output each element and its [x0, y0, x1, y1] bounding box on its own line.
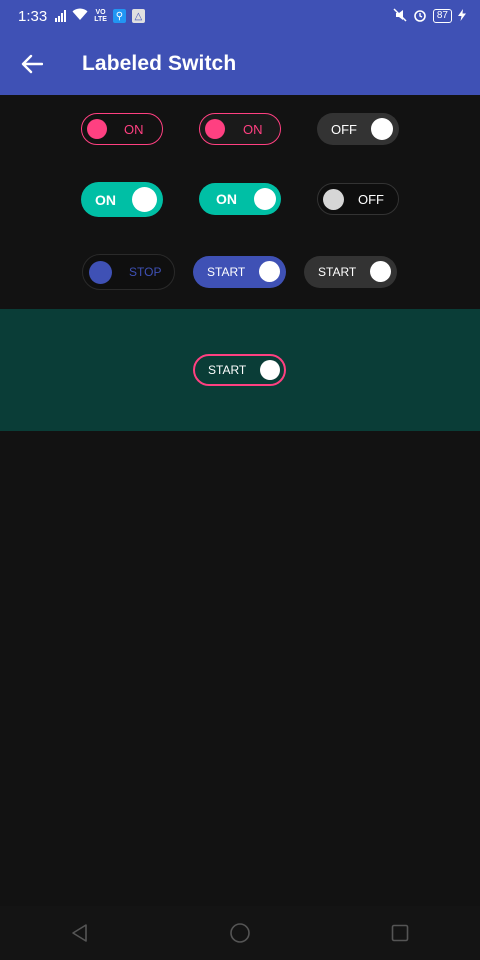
switch-label: ON	[95, 191, 116, 208]
switch-label: STOP	[129, 265, 162, 279]
switch-knob	[323, 189, 344, 210]
switch-knob	[87, 119, 107, 139]
switch-label: START	[318, 265, 357, 279]
switch-knob	[205, 119, 225, 139]
switch-label: OFF	[358, 191, 384, 207]
switch-row1-gray-off[interactable]: OFF	[317, 113, 399, 145]
switch-label: ON	[243, 121, 263, 137]
switch-row3-indigo-start-on[interactable]: START	[193, 256, 286, 288]
app-bar: Labeled Switch	[0, 32, 480, 95]
system-nav-bar	[0, 906, 480, 960]
switch-knob	[259, 261, 280, 282]
switch-knob	[370, 261, 391, 282]
battery-icon: 87	[432, 9, 452, 23]
back-button[interactable]	[12, 44, 52, 84]
switch-knob	[132, 187, 157, 212]
nav-home-button[interactable]	[210, 906, 270, 960]
switch-knob	[371, 118, 393, 140]
switch-label: START	[207, 265, 246, 279]
switch-knob	[260, 360, 280, 380]
teal-section: START	[0, 309, 480, 431]
switch-label: OFF	[331, 121, 357, 137]
switch-knob	[89, 261, 112, 284]
arrow-left-icon	[21, 54, 43, 73]
alarm-icon	[413, 8, 427, 25]
recents-square-icon	[391, 924, 409, 942]
switch-teal-section-start-on[interactable]: START	[193, 354, 286, 386]
charging-icon	[458, 8, 466, 24]
switch-label: START	[208, 363, 247, 377]
status-time: 1:33	[18, 7, 48, 25]
switch-row3-stop-off[interactable]: STOP	[82, 254, 175, 290]
nav-recents-button[interactable]	[370, 906, 430, 960]
mute-icon	[393, 7, 407, 25]
drive-icon: △	[131, 9, 145, 23]
signal-icon	[55, 10, 67, 22]
usb-icon: ⚲	[112, 9, 126, 23]
switch-row2-teal-on[interactable]: ON	[81, 182, 163, 217]
switch-row2-outline-off[interactable]: OFF	[317, 183, 399, 215]
home-circle-icon	[230, 923, 250, 943]
switch-knob	[254, 188, 276, 210]
switch-row3-gray-start-on[interactable]: START	[304, 256, 397, 288]
nav-back-button[interactable]	[50, 906, 110, 960]
switch-grid: ON ON OFF ON ON OFF STOP START START	[0, 95, 480, 309]
switch-label: ON	[124, 121, 144, 137]
switch-row1-outlined-pink-on[interactable]: ON	[81, 113, 163, 145]
page-title: Labeled Switch	[82, 51, 237, 75]
switch-label: ON	[216, 191, 237, 207]
switch-row1-dark-pink-on[interactable]: ON	[199, 113, 281, 145]
wifi-icon	[72, 8, 88, 24]
status-bar: 1:33 VO LTE ⚲ △ 87	[0, 0, 480, 32]
back-triangle-icon	[72, 924, 87, 942]
switch-row2-teal-small-on[interactable]: ON	[199, 183, 281, 215]
volte-icon: VO LTE	[94, 9, 107, 23]
